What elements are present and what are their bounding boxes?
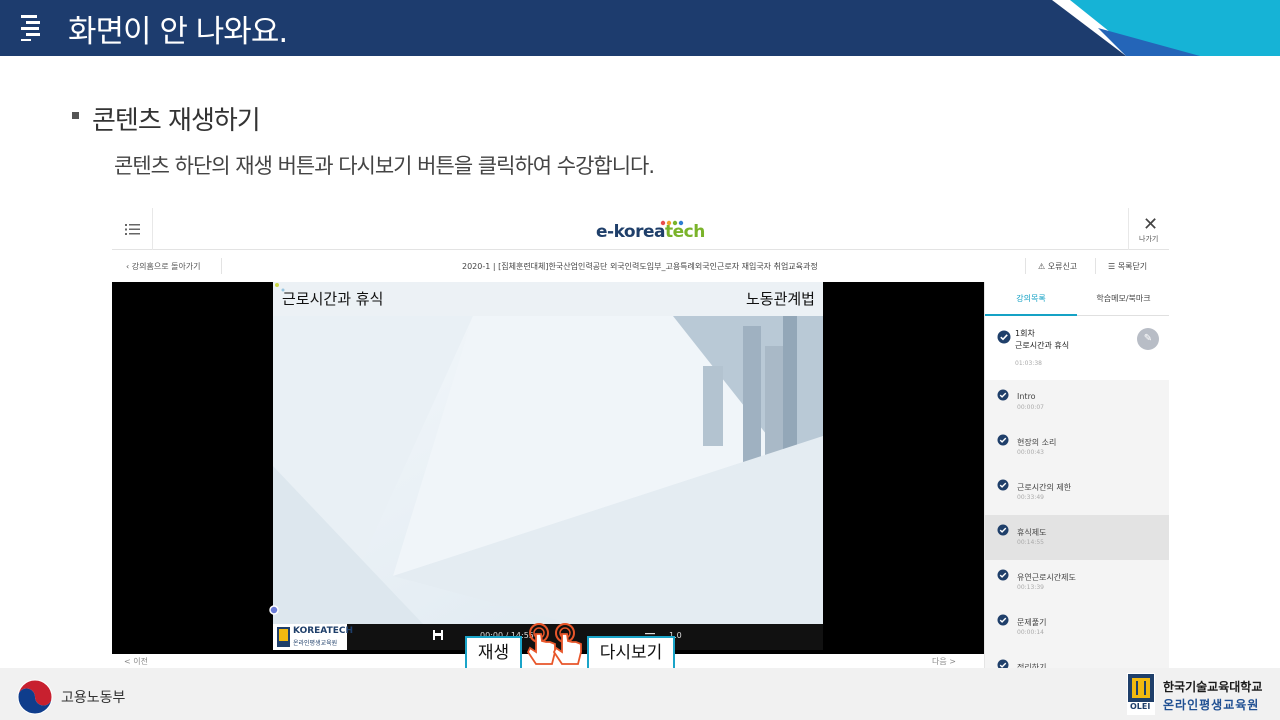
lecture-player: e-koreatech ✕ 나가기 ‹ 강의홈으로 돌아가기 2020-1 | … xyxy=(112,208,1169,668)
lesson-duration: 00:14:55 xyxy=(1017,539,1044,546)
back-to-course-home-link[interactable]: ‹ 강의홈으로 돌아가기 xyxy=(126,261,201,272)
lesson-item[interactable]: Intro 00:00:07 xyxy=(985,380,1169,425)
replay-callout-label: 다시보기 xyxy=(587,636,675,670)
page-title: 화면이 안 나와요. xyxy=(68,14,288,50)
logo-dots-icon xyxy=(660,220,684,226)
olei-label: OLEI xyxy=(1130,702,1151,711)
footer: 고용노동부 OLEI 한국기술교육대학교 온라인평생교육원 xyxy=(0,668,1280,720)
lesson-name: 문제풀기 xyxy=(1017,618,1047,627)
exit-label: 나가기 xyxy=(1139,235,1159,243)
divider xyxy=(1025,258,1026,274)
chapter-item[interactable]: 1회차근로시간과 휴식 01:03:38 ✎ xyxy=(985,316,1169,380)
lesson-duration: 00:00:43 xyxy=(1017,449,1044,456)
course-title: 2020-1 | [집체훈련대체]한국산업인력공단 외국인력도입부_고용특례외국… xyxy=(462,262,818,271)
report-error-button[interactable]: ⚠ 오류신고 xyxy=(1038,261,1077,272)
video-area[interactable]: 근로시간과 휴식 노동관계법 KOREATECH 온라인평생교육원 14:55 … xyxy=(112,282,984,668)
exit-button[interactable]: ✕ 나가기 xyxy=(1128,208,1169,250)
prev-button[interactable]: < 이전 xyxy=(124,656,148,667)
lesson-item[interactable]: 문제풀기 00:00:14 xyxy=(985,605,1169,650)
header-bar: 화면이 안 나와요. xyxy=(0,0,1280,56)
lesson-name: 근로시간의 제한 xyxy=(1017,483,1072,492)
lecture-slide: 근로시간과 휴식 노동관계법 xyxy=(273,282,823,624)
lesson-item[interactable]: 유연근로시간제도 00:13:39 xyxy=(985,560,1169,605)
header-decoration xyxy=(1052,0,1280,56)
save-icon[interactable] xyxy=(432,629,444,641)
warning-icon: ⚠ xyxy=(1038,262,1048,271)
divider xyxy=(1095,258,1096,274)
ekoreatech-logo: e-koreatech xyxy=(596,222,705,242)
pencil-icon: ✎ xyxy=(1143,333,1153,344)
university-name: 한국기술교육대학교 xyxy=(1163,680,1263,694)
brand-main: KOREATECH xyxy=(293,626,353,636)
lesson-duration: 00:00:14 xyxy=(1017,629,1044,636)
check-circle-icon xyxy=(997,479,1009,491)
section-bullet xyxy=(72,112,79,119)
chapter-duration: 01:03:38 xyxy=(1015,360,1042,367)
back-label: 강의홈으로 돌아가기 xyxy=(131,262,201,271)
report-label: 오류신고 xyxy=(1047,262,1078,271)
slide-dots-decoration xyxy=(275,283,285,292)
koreatech-emblem-icon xyxy=(277,627,290,647)
list-lines-icon xyxy=(21,15,40,41)
section-description: 콘텐츠 하단의 재생 버튼과 다시보기 버튼을 클릭하여 수강합니다. xyxy=(114,154,655,178)
progress-handle[interactable] xyxy=(269,605,279,615)
list-icon: ☰ xyxy=(1108,262,1118,271)
logo-main: e-korea xyxy=(596,222,666,242)
close-list-button[interactable]: ☰ 목록닫기 xyxy=(1108,261,1147,272)
close-list-label: 목록닫기 xyxy=(1117,262,1148,271)
lesson-duration: 00:00:07 xyxy=(1017,404,1044,411)
menu-icon xyxy=(125,224,140,235)
slide-title: 근로시간과 휴식 xyxy=(282,290,384,308)
check-circle-icon xyxy=(997,389,1009,401)
lesson-duration: 00:33:49 xyxy=(1017,494,1044,501)
institute-name: 온라인평생교육원 xyxy=(1163,698,1260,712)
lesson-item[interactable]: 정리하기 xyxy=(985,650,1169,668)
chapter-title: 1회차근로시간과 휴식 xyxy=(1015,328,1125,352)
section-title: 콘텐츠 재생하기 xyxy=(92,106,261,136)
check-circle-icon xyxy=(997,330,1011,344)
hand-pointer-icon xyxy=(552,623,582,665)
chapter-topic: 근로시간과 휴식 xyxy=(1015,341,1070,350)
ministry-taegeuk-logo xyxy=(17,679,53,715)
chapter-number: 1회차 xyxy=(1015,329,1035,338)
lesson-name: 유연근로시간제도 xyxy=(1017,573,1076,582)
close-icon: ✕ xyxy=(1143,214,1159,235)
slide-subject: 노동관계법 xyxy=(745,290,815,308)
player-top-bar: e-koreatech ✕ 나가기 xyxy=(112,208,1169,250)
check-circle-icon xyxy=(997,569,1009,581)
slide-header: 근로시간과 휴식 노동관계법 xyxy=(273,282,823,316)
check-circle-icon xyxy=(997,659,1009,668)
lesson-item[interactable]: 현장의 소리 00:00:43 xyxy=(985,425,1169,470)
divider xyxy=(221,258,222,274)
play-callout-label: 재생 xyxy=(465,636,522,670)
lesson-name: 현장의 소리 xyxy=(1017,438,1057,447)
check-circle-icon xyxy=(997,614,1009,626)
ministry-name: 고용노동부 xyxy=(61,690,126,706)
check-circle-icon xyxy=(997,524,1009,536)
edit-note-button[interactable]: ✎ xyxy=(1137,328,1159,350)
lesson-item[interactable]: 근로시간의 제한 00:33:49 xyxy=(985,470,1169,515)
lesson-name: 휴식제도 xyxy=(1017,528,1047,537)
koreatech-brand: KOREATECH 온라인평생교육원 xyxy=(273,624,353,650)
player-sub-bar: ‹ 강의홈으로 돌아가기 2020-1 | [집체훈련대체]한국산업인력공단 외… xyxy=(112,250,1169,282)
tab-lecture-list[interactable]: 강의목록 xyxy=(985,282,1077,316)
check-circle-icon xyxy=(997,434,1009,446)
lecture-list-panel: 강의목록 학습메모/북마크 1회차근로시간과 휴식 01:03:38 ✎ Int… xyxy=(984,282,1169,668)
sidebar-tabs: 강의목록 학습메모/북마크 xyxy=(985,282,1169,316)
slide-background-art xyxy=(273,316,823,624)
slide-page: 화면이 안 나와요. 콘텐츠 재생하기 콘텐츠 하단의 재생 버튼과 다시보기 … xyxy=(0,0,1280,720)
lesson-item[interactable]: 휴식제도 00:14:55 xyxy=(985,515,1169,560)
brand-sub: 온라인평생교육원 xyxy=(293,640,338,647)
lesson-name: Intro xyxy=(1017,392,1036,401)
menu-button[interactable] xyxy=(112,208,153,250)
lesson-duration: 00:13:39 xyxy=(1017,584,1044,591)
next-button[interactable]: 다음 > xyxy=(932,656,956,667)
tab-memo-bookmark[interactable]: 학습메모/북마크 xyxy=(1077,282,1169,316)
